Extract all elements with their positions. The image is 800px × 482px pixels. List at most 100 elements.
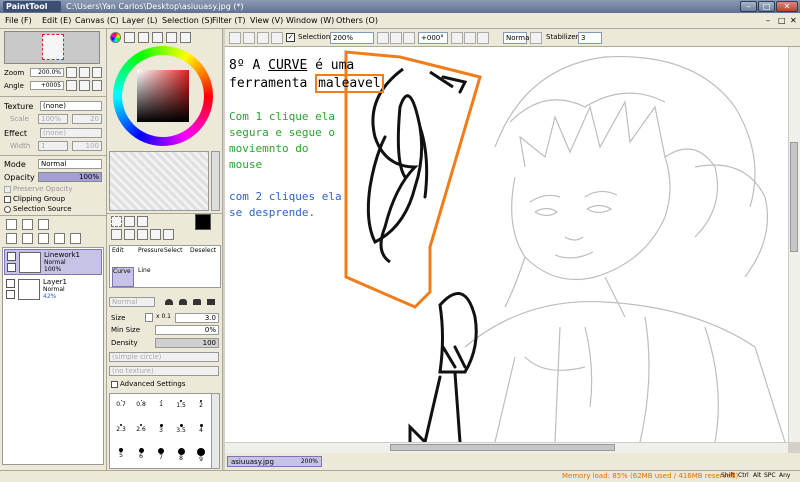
selection-checkbox[interactable]: ✓ xyxy=(286,33,295,42)
zoom-out-icon[interactable] xyxy=(377,32,389,44)
menu-view[interactable]: View (V) xyxy=(250,16,283,25)
mdi-restore-button[interactable]: □ xyxy=(778,16,786,25)
layer-visibility-eye-icon[interactable] xyxy=(7,252,16,261)
nav-zoom-value[interactable]: 200.0% xyxy=(30,68,64,77)
rect-select-icon[interactable] xyxy=(111,216,122,227)
brush-size-scrollbar[interactable] xyxy=(211,393,220,469)
move-icon[interactable] xyxy=(111,229,122,240)
close-button[interactable]: ✕ xyxy=(776,1,798,12)
brush-size-preset[interactable]: 2.6 xyxy=(132,421,150,443)
new-layer-icon[interactable] xyxy=(6,219,17,230)
mdi-minimize-button[interactable]: – xyxy=(766,16,770,25)
new-linework-layer-icon[interactable] xyxy=(22,219,33,230)
brush-size-preset[interactable]: 4 xyxy=(192,421,210,443)
color-wheel-tab-icon[interactable] xyxy=(110,32,121,43)
nav-rotate-reset-button[interactable] xyxy=(92,80,102,91)
clear-layer-icon[interactable] xyxy=(38,233,49,244)
brush-edge-selector[interactable] xyxy=(159,296,219,308)
preserve-opacity-checkbox[interactable] xyxy=(4,186,11,193)
vertical-scrollbar[interactable] xyxy=(788,47,800,442)
horizontal-scroll-thumb[interactable] xyxy=(390,444,615,451)
hue-ring[interactable] xyxy=(113,46,213,146)
min-size-value[interactable]: 0% xyxy=(155,325,219,335)
brush-size-preset[interactable]: 0.8 xyxy=(132,397,150,419)
nav-rotate-right-button[interactable] xyxy=(79,80,90,91)
vertical-scroll-thumb[interactable] xyxy=(790,142,798,252)
zoom-reset-icon[interactable] xyxy=(403,32,415,44)
size-multiplier-button[interactable] xyxy=(145,313,153,322)
rotate-tool-icon[interactable] xyxy=(137,229,148,240)
size-value[interactable]: 3.0 xyxy=(175,313,219,323)
angle-select[interactable]: +000° xyxy=(418,32,448,44)
transfer-down-icon[interactable] xyxy=(6,233,17,244)
tool-select[interactable]: Select xyxy=(164,247,183,254)
density-slider[interactable]: 100 xyxy=(155,338,219,348)
foreground-color-swatch[interactable] xyxy=(195,214,211,230)
saturation-value-square[interactable] xyxy=(137,70,189,122)
brush-size-preset[interactable]: 2.3 xyxy=(112,421,130,443)
opacity-slider[interactable]: 100% xyxy=(38,172,102,182)
brush-size-preset[interactable]: 3 xyxy=(152,421,170,443)
nav-zoom-in-button[interactable] xyxy=(79,67,90,78)
swatches-tab-icon[interactable] xyxy=(166,32,177,43)
menu-canvas[interactable]: Canvas (C) xyxy=(75,16,119,25)
redo-icon[interactable] xyxy=(243,32,255,44)
merge-down-icon[interactable] xyxy=(22,233,33,244)
texture-select[interactable]: (none) xyxy=(40,101,102,111)
advanced-settings-checkbox[interactable] xyxy=(111,381,118,388)
scratchpad-area[interactable] xyxy=(109,151,209,211)
menu-edit[interactable]: Edit (E) xyxy=(42,16,71,25)
rotate-right-icon[interactable] xyxy=(464,32,476,44)
layer-lock-icon[interactable] xyxy=(7,263,16,272)
nav-angle-value[interactable]: +0005 xyxy=(30,81,64,90)
zoom-select[interactable]: 200% xyxy=(330,32,374,44)
brush-size-preset[interactable]: 1.5 xyxy=(172,397,190,419)
scratchpad-scrollbar[interactable] xyxy=(211,151,220,211)
drawing-canvas[interactable] xyxy=(225,47,788,442)
zoom-in-icon[interactable] xyxy=(390,32,402,44)
rotate-reset-icon[interactable] xyxy=(477,32,489,44)
stabilizer-select[interactable]: 3 xyxy=(578,32,602,44)
menu-layer[interactable]: Layer (L) xyxy=(122,16,158,25)
mdi-close-button[interactable]: ✕ xyxy=(790,16,797,25)
blend-mode-select[interactable]: Normal xyxy=(38,159,102,169)
navigator-preview[interactable] xyxy=(4,31,100,64)
delete-layer-icon[interactable] xyxy=(54,233,65,244)
hsv-slider-tab-icon[interactable] xyxy=(138,32,149,43)
effect-width-num[interactable]: 100 xyxy=(72,141,102,151)
brush-size-preset[interactable]: 1 xyxy=(152,397,170,419)
layer-visibility-eye-icon[interactable] xyxy=(6,279,15,288)
layer-settings-icon[interactable] xyxy=(70,233,81,244)
brush-size-preset[interactable]: 2 xyxy=(192,397,210,419)
magic-wand-icon[interactable] xyxy=(137,216,148,227)
texture-scale-value[interactable]: 100% xyxy=(38,114,68,124)
brush-size-preset[interactable]: 7 xyxy=(152,445,170,467)
hand-tool-icon[interactable] xyxy=(150,229,161,240)
nav-zoom-reset-button[interactable] xyxy=(92,67,102,78)
canvas-area[interactable]: 8º A CURVE é uma ferramenta maleavel Com… xyxy=(225,47,788,442)
menu-file[interactable]: File (F) xyxy=(5,16,32,25)
lasso-icon[interactable] xyxy=(124,216,135,227)
brush-mode-select[interactable]: Normal xyxy=(109,297,155,307)
scratchpad-tab-icon[interactable] xyxy=(180,32,191,43)
minimize-button[interactable]: – xyxy=(740,1,757,12)
menu-others[interactable]: Others (O) xyxy=(336,16,378,25)
zoom-tool-icon[interactable] xyxy=(124,229,135,240)
brush-shape-select[interactable]: (simple circle) xyxy=(109,352,219,362)
tool-edit[interactable]: Edit xyxy=(112,247,124,254)
brush-texture-select[interactable]: (no texture) xyxy=(109,366,219,376)
menu-filter[interactable]: Filter (T) xyxy=(212,16,245,25)
menu-window[interactable]: Window (W) xyxy=(286,16,334,25)
brush-size-preset[interactable]: 8 xyxy=(172,445,190,467)
tool-pressure[interactable]: Pressure xyxy=(138,247,164,254)
effect-select[interactable]: (none) xyxy=(40,128,102,138)
rotate-left-icon[interactable] xyxy=(451,32,463,44)
layer-row-layer1[interactable]: Layer1 Normal 42% xyxy=(4,277,102,303)
brush-size-preset[interactable]: 3.5 xyxy=(172,421,190,443)
invert-selection-icon[interactable] xyxy=(271,32,283,44)
layer-lock-icon[interactable] xyxy=(6,290,15,299)
brush-size-preset[interactable]: 6 xyxy=(132,445,150,467)
flip-icon[interactable] xyxy=(530,32,542,44)
nav-rotate-left-button[interactable] xyxy=(66,80,77,91)
document-tab[interactable]: asiuuasy.jpg 200% xyxy=(227,456,322,467)
